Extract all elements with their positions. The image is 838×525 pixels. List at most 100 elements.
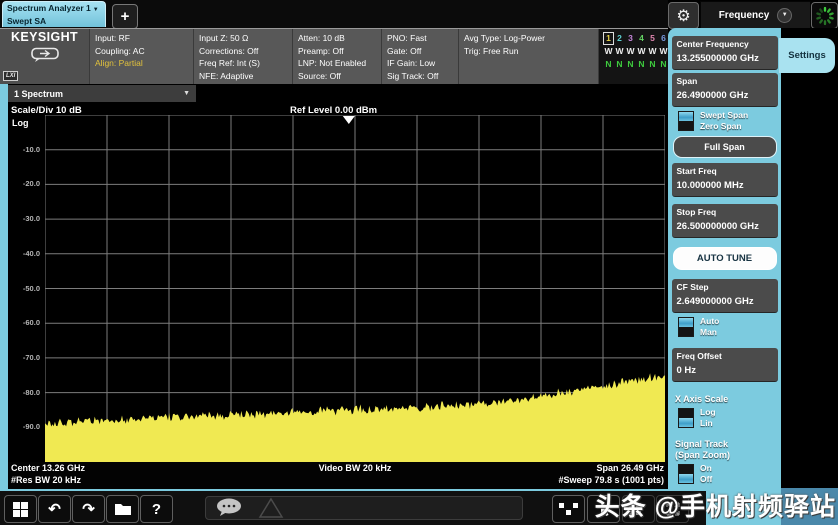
start-freq-label: Start Freq — [677, 166, 773, 177]
status-col-pno[interactable]: PNO: Fast Gate: Off IF Gain: Low Sig Tra… — [381, 29, 458, 84]
status-col-avg-trig[interactable]: Avg Type: Log-Power Trig: Free Run — [458, 29, 598, 84]
toggle-switch — [678, 111, 694, 131]
chat-bubble-icon — [214, 497, 246, 519]
spectrum-plot[interactable] — [45, 115, 665, 462]
status-bar: KEYSIGHT LXI Input: RF Coupling: AC Alig… — [0, 28, 668, 84]
gear-icon: ⚙ — [676, 6, 690, 26]
status-line: Corrections: Off — [199, 45, 292, 58]
status-col-input[interactable]: Input: RF Coupling: AC Align: Partial — [89, 29, 193, 84]
auto-option: Auto — [700, 316, 719, 327]
y-tick-label: -40.0 — [23, 249, 40, 258]
full-span-button[interactable]: Full Span — [673, 136, 777, 158]
center-frequency-label: Center Frequency — [677, 39, 773, 50]
annot-video-bw: Video BW 20 kHz — [45, 463, 665, 473]
stop-freq-label: Stop Freq — [677, 207, 773, 218]
trace-indicator: W — [659, 46, 668, 57]
lin-option: Lin — [700, 418, 716, 429]
tab-spectrum-analyzer-1[interactable]: Spectrum Analyzer 1▼ Swept SA — [2, 1, 106, 27]
trace-indicator: W — [637, 46, 646, 57]
windows-start-button[interactable] — [4, 495, 37, 523]
cf-step-field[interactable]: CF Step 2.649000000 GHz — [672, 279, 778, 313]
busy-indicator-button[interactable] — [811, 2, 838, 29]
status-line: Input: RF — [95, 32, 193, 45]
status-line: Gate: Off — [387, 45, 458, 58]
span-field[interactable]: Span 26.4900000 GHz — [672, 73, 778, 107]
auto-tune-button[interactable]: AUTO TUNE — [673, 247, 777, 270]
cf-step-auto-man-toggle[interactable]: Auto Man — [678, 316, 781, 338]
menu-mode-label: Frequency — [719, 10, 770, 21]
man-option: Man — [700, 327, 719, 338]
trace-indicator: 1 — [604, 33, 613, 44]
status-line: Preamp: Off — [298, 45, 381, 58]
freq-offset-label: Freq Offset — [677, 351, 773, 362]
trace-indicator: 4 — [637, 33, 646, 44]
y-axis-tick-labels: -10.0-20.0-30.0-40.0-50.0-60.0-70.0-80.0… — [8, 115, 42, 462]
cf-step-label: CF Step — [677, 282, 773, 293]
swept-zero-span-toggle[interactable]: Swept Span Zero Span — [678, 110, 781, 132]
stop-freq-field[interactable]: Stop Freq 26.500000000 GHz — [672, 204, 778, 238]
undo-button[interactable]: ↶ — [38, 495, 71, 523]
freq-offset-field[interactable]: Freq Offset 0 Hz — [672, 348, 778, 382]
brand-name: KEYSIGHT — [0, 30, 89, 44]
tab-settings[interactable]: Settings — [779, 38, 835, 73]
ref-level-marker-icon — [343, 116, 355, 124]
screen-tabs-button[interactable] — [552, 495, 585, 523]
status-line-align: Align: Partial — [95, 57, 193, 70]
signal-track-sublabel: (Span Zoom) — [675, 450, 781, 461]
right-strip: Settings — [781, 28, 838, 525]
annot-res-bw: #Res BW 20 kHz — [11, 475, 81, 485]
status-col-corrections[interactable]: Input Z: 50 Ω Corrections: Off Freq Ref:… — [193, 29, 292, 84]
signal-track-label: Signal Track — [675, 439, 781, 450]
status-line: NFE: Adaptive — [199, 70, 292, 83]
trace-detector-row: NNNNNN — [604, 58, 668, 71]
file-explorer-button[interactable] — [106, 495, 139, 523]
on-option: On — [700, 463, 712, 474]
annot-sweep: #Sweep 79.8 s (1001 pts) — [558, 475, 664, 485]
redo-button[interactable]: ↷ — [72, 495, 105, 523]
status-line: Source: Off — [298, 70, 381, 83]
swept-span-option: Swept Span — [700, 110, 748, 121]
toggle-switch — [678, 464, 694, 484]
x-axis-scale-toggle[interactable]: Log Lin — [678, 407, 781, 429]
trace-indicator: W — [626, 46, 635, 57]
stop-freq-value: 26.500000000 GHz — [677, 221, 773, 233]
spectrum-trace-chart — [45, 115, 665, 462]
windows-logo-icon — [13, 502, 28, 517]
span-label: Span — [677, 76, 773, 87]
annotation-bar: Center 13.26 GHz Video BW 20 kHz Span 26… — [8, 462, 665, 489]
y-tick-label: -20.0 — [23, 179, 40, 188]
off-option: Off — [700, 474, 712, 485]
tab-title: Spectrum Analyzer 1▼ — [7, 3, 101, 16]
y-tick-label: -90.0 — [23, 422, 40, 431]
add-tab-button[interactable]: + — [112, 4, 138, 29]
trace-numbers-row: 123456 — [604, 32, 668, 45]
trace-indicator: N — [615, 59, 624, 70]
status-col-atten[interactable]: Atten: 10 dB Preamp: Off LNP: Not Enable… — [292, 29, 381, 84]
system-settings-button[interactable]: ⚙ — [668, 2, 699, 29]
tab-subtitle: Swept SA — [7, 16, 101, 27]
menu-mode-dropdown[interactable]: Frequency ▼ — [700, 1, 811, 29]
frequency-menu-panel: Center Frequency 13.255000000 GHz Span 2… — [668, 28, 781, 525]
trace-indicator: W — [604, 46, 613, 57]
trace-indicator: N — [604, 59, 613, 70]
status-line: PNO: Fast — [387, 32, 458, 45]
help-button[interactable]: ? — [140, 495, 173, 523]
start-freq-field[interactable]: Start Freq 10.000000 MHz — [672, 163, 778, 197]
keysight-bubble-icon — [30, 47, 60, 63]
trace-indicator: 3 — [626, 33, 635, 44]
freq-offset-value: 0 Hz — [677, 365, 773, 377]
message-tray[interactable] — [205, 496, 523, 520]
status-line: LNP: Not Enabled — [298, 57, 381, 70]
center-frequency-field[interactable]: Center Frequency 13.255000000 GHz — [672, 36, 778, 70]
trace-indicator: W — [648, 46, 657, 57]
start-freq-value: 10.000000 MHz — [677, 180, 773, 192]
status-line: Sig Track: Off — [387, 70, 458, 83]
window-selector-label: 1 Spectrum — [14, 89, 63, 99]
status-line: Coupling: AC — [95, 45, 193, 58]
chevron-down-icon: ▼ — [93, 7, 99, 13]
window-selector-dropdown[interactable]: 1 Spectrum ▼ — [8, 85, 196, 102]
trace-status-panel[interactable]: 123456 WWWWWW NNNNNN — [598, 29, 668, 84]
folder-icon — [114, 502, 132, 516]
lxi-badge: LXI — [3, 71, 18, 81]
signal-track-toggle[interactable]: On Off — [678, 463, 781, 485]
